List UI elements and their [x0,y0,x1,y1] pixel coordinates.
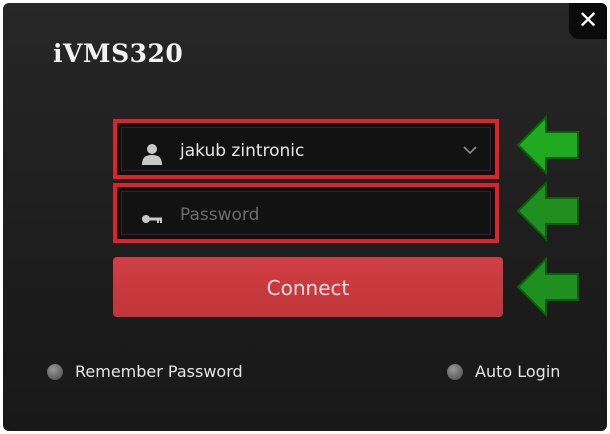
connect-button[interactable]: Connect [113,257,503,317]
password-field-highlight: Password [113,183,499,243]
close-icon: ✕ [577,6,599,34]
chevron-down-icon[interactable] [462,144,478,156]
auto-login-label: Auto Login [475,362,561,381]
password-input[interactable]: Password [121,191,491,235]
remember-password-option[interactable]: Remember Password [47,361,243,385]
green-arrow-icon [516,180,579,242]
username-value: jakub zintronic [180,141,305,161]
app-title: iVMS320 [53,39,184,68]
auto-login-radio[interactable] [447,363,463,380]
user-icon [142,144,162,165]
green-arrow-icon [516,256,579,318]
password-placeholder: Password [180,205,260,225]
remember-password-radio[interactable] [47,363,63,380]
username-field-highlight: jakub zintronic [113,119,499,179]
username-dropdown[interactable]: jakub zintronic [121,127,491,171]
key-icon [142,215,162,223]
green-arrow-icon [516,114,579,176]
auto-login-option[interactable]: Auto Login [447,361,560,385]
remember-password-label: Remember Password [75,362,243,381]
close-button[interactable]: ✕ [569,3,607,39]
